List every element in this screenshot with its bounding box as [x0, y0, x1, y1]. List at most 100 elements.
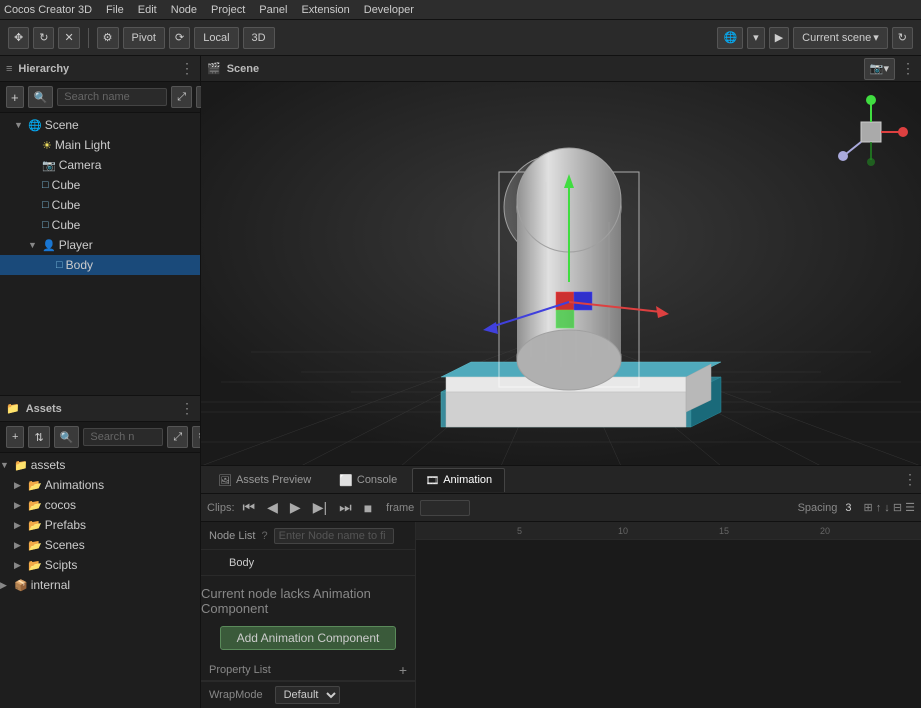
node-list-input[interactable] — [274, 528, 394, 544]
pivot-button[interactable]: Pivot — [123, 27, 165, 49]
timeline-tracks[interactable] — [416, 540, 921, 708]
anim-last-button[interactable]: ⏭ — [335, 497, 356, 518]
add-animation-component-button[interactable]: Add Animation Component — [220, 626, 397, 650]
play-button[interactable]: ▶ — [769, 27, 789, 49]
scenes-folder-icon: 📂 — [28, 539, 42, 552]
tree-item-scene[interactable]: ▼ 🌐 Scene — [0, 115, 200, 135]
globe-button[interactable]: 🌐 — [717, 27, 743, 49]
animations-label: Animations — [45, 478, 104, 492]
close-button[interactable]: ✕ — [58, 27, 79, 49]
tree-item-main-light[interactable]: ☀ Main Light — [0, 135, 200, 155]
wrapmode-label: WrapMode — [209, 689, 263, 701]
assets-sort-button[interactable]: ⇅ — [28, 426, 49, 448]
asset-item-animations[interactable]: ▶ 📂 Animations — [0, 475, 200, 495]
asset-item-assets[interactable]: ▼ 📁 assets — [0, 455, 200, 475]
anim-first-button[interactable]: ⏮ — [239, 497, 260, 518]
assets-add-button[interactable]: + — [6, 426, 24, 448]
center-panel: 🎬 Scene 📷▾ ⋮ — [201, 56, 921, 708]
tab-animation[interactable]: 🎞 Animation — [412, 468, 505, 492]
anim-stop-button[interactable]: ■ — [360, 498, 376, 518]
timeline-area: 5 10 15 20 — [416, 522, 921, 708]
assets-header: 📁 Assets ⋮ — [0, 396, 200, 422]
bottom-panel: 🖼 Assets Preview ⬜ Console 🎞 Animation ⋮ — [201, 466, 921, 708]
tree-item-cube-1[interactable]: □ Cube — [0, 175, 200, 195]
asset-item-cocos[interactable]: ▶ 📂 cocos — [0, 495, 200, 515]
tab-bar: 🖼 Assets Preview ⬜ Console 🎞 Animation ⋮ — [201, 466, 921, 494]
menu-item-developer[interactable]: Developer — [364, 4, 414, 16]
body-animation-row[interactable]: Body — [201, 550, 415, 576]
tab-assets-preview[interactable]: 🖼 Assets Preview — [205, 468, 324, 492]
assets-search-toggle[interactable]: 🔍 — [54, 426, 80, 448]
current-scene-button[interactable]: Current scene ▾ — [793, 27, 888, 49]
tab-console[interactable]: ⬜ Console — [326, 468, 410, 492]
property-add-button[interactable]: + — [399, 662, 407, 678]
assets-icon: 📁 — [6, 402, 20, 415]
spacing-label: Spacing — [798, 502, 838, 514]
menu-item-file[interactable]: File — [106, 4, 124, 16]
menu-item-edit[interactable]: Edit — [138, 4, 157, 16]
body-label: Body — [66, 258, 93, 272]
asset-item-internal[interactable]: ▶ 📦 internal — [0, 575, 200, 595]
menu-item-node[interactable]: Node — [171, 4, 197, 16]
scene-3d-view — [201, 82, 921, 465]
tree-item-player[interactable]: ▼ 👤 Player — [0, 235, 200, 255]
anim-prev-button[interactable]: ◀ — [263, 497, 282, 518]
orbit-button[interactable]: ⟳ — [169, 27, 190, 49]
body-label-area: Body — [201, 550, 416, 575]
asset-item-scenes[interactable]: ▶ 📂 Scenes — [0, 535, 200, 555]
cube2-icon: □ — [42, 199, 49, 211]
node-list-help-icon[interactable]: ? — [261, 530, 267, 542]
hierarchy-icon: ≡ — [6, 63, 12, 75]
light-icon: ☀ — [42, 139, 52, 152]
assets-menu-icon[interactable]: ⋮ — [180, 400, 194, 416]
toolbar-settings-button[interactable]: ▾ — [747, 27, 765, 49]
camera-icon: 📷 — [42, 159, 56, 172]
wrapmode-select[interactable]: Default — [275, 686, 340, 704]
tree-item-body[interactable]: □ Body — [0, 255, 200, 275]
internal-label: internal — [31, 578, 70, 592]
tree-item-camera[interactable]: 📷 Camera — [0, 155, 200, 175]
camera-label: Camera — [59, 158, 102, 172]
scene-camera-button[interactable]: 📷▾ — [864, 58, 895, 80]
assets-expand-button[interactable]: ⤢ — [167, 426, 188, 448]
menu-item-cocos[interactable]: Cocos Creator 3D — [4, 4, 92, 16]
local-button[interactable]: Local — [194, 27, 238, 49]
hierarchy-search-input[interactable] — [57, 88, 167, 106]
anim-next-button[interactable]: ▶| — [309, 497, 331, 518]
refresh-button[interactable]: ↻ — [33, 27, 54, 49]
frame-label: frame — [386, 502, 414, 514]
assets-refresh-button[interactable]: ↻ — [192, 426, 200, 448]
move-tool-button[interactable]: ✥ — [8, 27, 29, 49]
tree-item-cube-2[interactable]: □ Cube — [0, 195, 200, 215]
hierarchy-search-toggle[interactable]: 🔍 — [28, 86, 54, 108]
anim-play-pause-button[interactable]: ▶ — [286, 497, 305, 518]
settings-icon-button[interactable]: ⚙ — [97, 27, 119, 49]
toolbar: ✥ ↻ ✕ ⚙ Pivot ⟳ Local 3D 🌐 ▾ ▶ Current s… — [0, 20, 921, 56]
menu-item-project[interactable]: Project — [211, 4, 245, 16]
3d-button[interactable]: 3D — [243, 27, 275, 49]
menu-item-extension[interactable]: Extension — [301, 4, 349, 16]
toolbar-refresh-button[interactable]: ↻ — [892, 27, 913, 49]
menu-item-panel[interactable]: Panel — [259, 4, 287, 16]
bottom-panel-menu-icon[interactable]: ⋮ — [903, 471, 917, 487]
hierarchy-expand-button[interactable]: ⤢ — [171, 86, 192, 108]
scene-title: Scene — [227, 63, 259, 75]
scene-gizmo — [831, 92, 911, 172]
hierarchy-menu-icon[interactable]: ⋮ — [180, 60, 194, 76]
toolbar-separator-1 — [88, 28, 89, 48]
ruler-mark-20: 20 — [820, 526, 830, 536]
animation-toolbar: Clips: ⏮ ◀ ▶ ▶| ⏭ ■ frame Spacing 3 ⊞ ↑ … — [201, 494, 921, 522]
scene-canvas[interactable] — [201, 82, 921, 465]
tree-item-cube-3[interactable]: □ Cube — [0, 215, 200, 235]
scene-panel-icon: 🎬 — [207, 62, 221, 75]
internal-icon: 📦 — [14, 579, 28, 592]
asset-item-prefabs[interactable]: ▶ 📂 Prefabs — [0, 515, 200, 535]
prefabs-folder-icon: 📂 — [28, 519, 42, 532]
assets-search-input[interactable] — [83, 428, 163, 446]
cube1-label: Cube — [52, 178, 81, 192]
scene-menu-icon[interactable]: ⋮ — [901, 60, 915, 77]
asset-item-scripts[interactable]: ▶ 📂 Scipts — [0, 555, 200, 575]
hierarchy-add-button[interactable]: + — [6, 86, 24, 108]
scripts-arrow-icon: ▶ — [14, 560, 28, 571]
frame-input[interactable] — [420, 500, 470, 516]
